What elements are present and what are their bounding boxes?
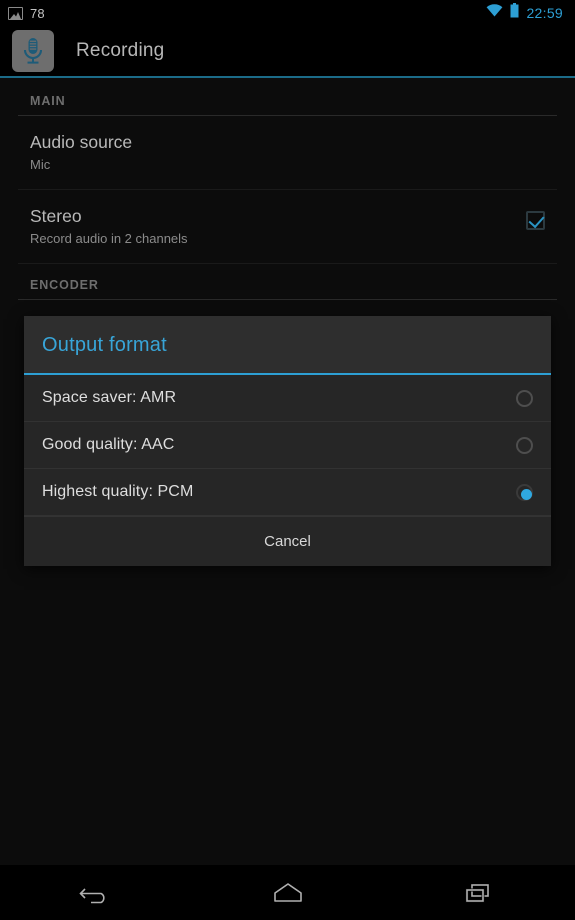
status-bar: 78 22:59 — [0, 0, 575, 26]
pref-subtitle: Mic — [30, 157, 51, 172]
pref-texts: Stereo Record audio in 2 channels — [30, 205, 526, 247]
radio-button-amr[interactable] — [516, 389, 533, 407]
status-bar-system-icons: 22:59 — [486, 3, 567, 23]
battery-icon — [510, 3, 519, 23]
android-screen: 78 22:59 Recording MAIN Audio source Mic… — [0, 0, 575, 920]
option-label: Highest quality: PCM — [42, 483, 194, 500]
pref-subtitle: Record audio in 2 channels — [30, 231, 188, 246]
section-header-encoder: ENCODER — [18, 264, 557, 300]
dialog-option-list: Space saver: AMR Good quality: AAC Highe… — [24, 375, 551, 516]
notification-count: 78 — [30, 5, 45, 21]
dialog-option-aac[interactable]: Good quality: AAC — [24, 422, 551, 469]
pref-title: Stereo — [30, 206, 82, 226]
cancel-button[interactable]: Cancel — [264, 533, 311, 550]
dialog-title: Output format — [42, 334, 167, 356]
stereo-checkbox[interactable] — [526, 211, 545, 230]
recents-icon[interactable] — [383, 865, 575, 920]
action-bar: Recording — [0, 26, 575, 78]
home-icon[interactable] — [192, 865, 384, 920]
navigation-bar — [0, 865, 575, 920]
pref-title: Audio source — [30, 132, 133, 152]
pref-texts: Audio source Mic — [30, 131, 545, 173]
dialog-header: Output format — [24, 316, 551, 375]
output-format-dialog: Output format Space saver: AMR Good qual… — [24, 316, 551, 566]
status-bar-notifications: 78 — [8, 6, 45, 21]
section-header-main: MAIN — [18, 80, 557, 116]
wifi-icon — [486, 4, 503, 22]
image-icon — [8, 6, 23, 20]
dialog-footer: Cancel — [24, 516, 551, 566]
pref-row-audio-source[interactable]: Audio source Mic — [18, 116, 557, 190]
option-label: Space saver: AMR — [42, 389, 177, 406]
microphone-icon — [12, 30, 54, 72]
dialog-option-pcm[interactable]: Highest quality: PCM — [24, 469, 551, 516]
back-arrow-icon[interactable] — [0, 865, 192, 920]
radio-button-aac[interactable] — [516, 436, 533, 454]
pref-row-stereo[interactable]: Stereo Record audio in 2 channels — [18, 190, 557, 264]
radio-button-pcm[interactable] — [516, 483, 533, 501]
page-title: Recording — [76, 40, 165, 61]
dialog-option-amr[interactable]: Space saver: AMR — [24, 375, 551, 422]
status-bar-clock: 22:59 — [526, 5, 563, 21]
option-label: Good quality: AAC — [42, 436, 175, 453]
